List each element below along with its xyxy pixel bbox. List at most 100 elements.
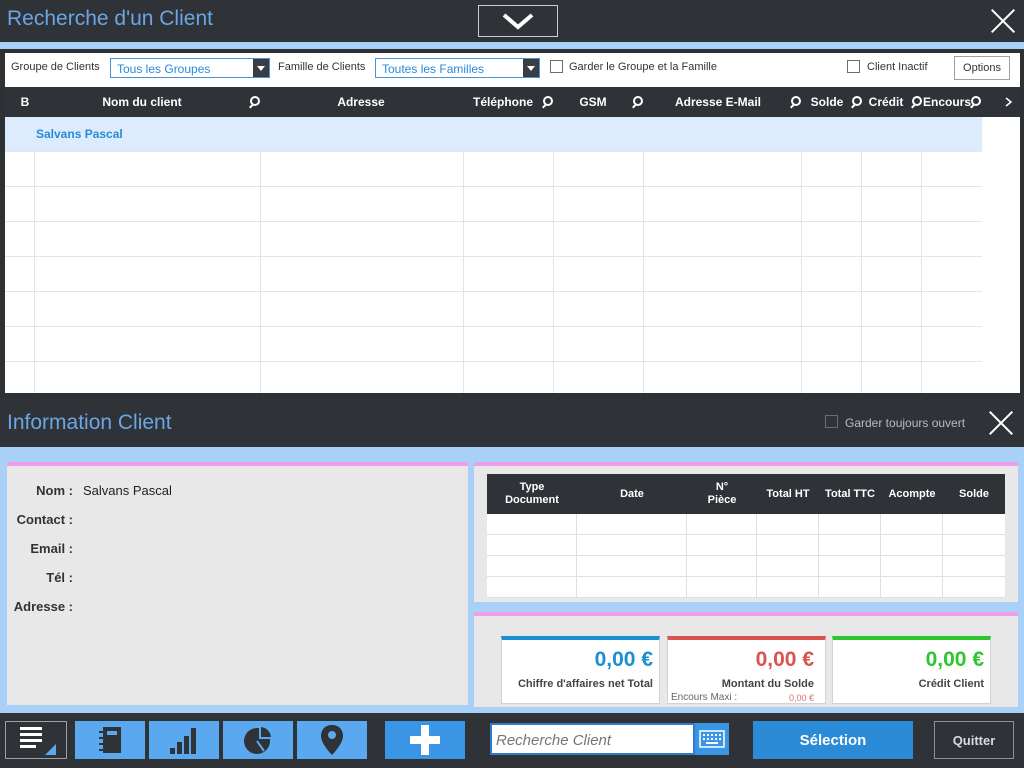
column-divider <box>818 514 819 598</box>
quit-button[interactable]: Quitter <box>934 721 1014 759</box>
table-row[interactable] <box>487 535 1005 556</box>
client-search-box[interactable] <box>490 723 695 755</box>
name-value: Salvans Pascal <box>83 483 172 498</box>
table-row[interactable] <box>5 327 982 362</box>
col-name[interactable]: Nom du client <box>35 87 249 117</box>
col-doc-balance: Solde <box>959 487 989 500</box>
keep-open-checkbox[interactable] <box>825 415 838 428</box>
keep-open-label: Garder toujours ouvert <box>845 416 966 430</box>
column-divider <box>463 152 464 393</box>
name-label: Nom : <box>36 483 73 498</box>
close-icon[interactable] <box>988 410 1014 436</box>
revenue-card: 0,00 € Chiffre d'affaires net Total <box>501 636 660 704</box>
keep-group-label: Garder le Groupe et la Famille <box>569 61 717 73</box>
col-address[interactable]: Adresse <box>261 87 461 117</box>
table-row[interactable] <box>5 362 982 397</box>
search-icon[interactable] <box>541 96 553 108</box>
col-encours[interactable]: Encours <box>923 87 971 117</box>
inactive-checkbox[interactable] <box>847 60 860 73</box>
group-select[interactable]: Tous les Groupes <box>110 58 270 78</box>
location-pin-icon <box>321 725 343 755</box>
notebook-button[interactable] <box>75 721 145 759</box>
column-divider <box>34 152 35 393</box>
inactive-label: Client Inactif <box>867 61 928 73</box>
filter-bar: Groupe de Clients Tous les Groupes Famil… <box>5 53 1020 87</box>
search-icon[interactable] <box>910 96 922 108</box>
table-row[interactable] <box>5 187 982 222</box>
table-row[interactable] <box>487 514 1005 535</box>
search-icon[interactable] <box>850 96 862 108</box>
statistics-button[interactable] <box>149 721 219 759</box>
info-title: Information Client <box>7 411 172 434</box>
pie-chart-icon <box>244 724 274 754</box>
max-outstanding-label: Encours Maxi : <box>671 692 738 703</box>
documents-body <box>487 514 1005 598</box>
column-divider <box>686 514 687 598</box>
add-client-button[interactable] <box>385 721 465 759</box>
divider <box>0 42 1024 49</box>
address-label: Adresse : <box>13 599 73 614</box>
phone-label: Tél : <box>46 570 73 585</box>
col-gsm[interactable]: GSM <box>565 87 621 117</box>
col-total-ttc: Total TTC <box>825 487 875 500</box>
dropdown-arrow-icon[interactable] <box>523 59 539 77</box>
col-balance[interactable]: Solde <box>805 87 849 117</box>
col-b[interactable]: B <box>15 87 35 117</box>
add-icon <box>410 725 440 755</box>
table-row[interactable] <box>5 292 982 327</box>
collapse-button[interactable] <box>478 5 558 37</box>
table-row[interactable] <box>487 577 1005 598</box>
col-piece: N° Pièce <box>707 481 737 506</box>
keyboard-button[interactable] <box>695 723 729 755</box>
max-outstanding-value: 0,00 € <box>788 693 814 703</box>
table-header: B Nom du client Adresse Téléphone GSM Ad… <box>5 87 1020 117</box>
family-select[interactable]: Toutes les Familles <box>375 58 540 78</box>
client-details-card: Nom : Salvans Pascal Contact : Email : T… <box>7 462 468 705</box>
close-icon[interactable] <box>990 8 1016 34</box>
col-date: Date <box>620 487 644 500</box>
pie-chart-button[interactable] <box>223 721 293 759</box>
keep-group-checkbox[interactable] <box>550 60 563 73</box>
col-phone[interactable]: Téléphone <box>467 87 539 117</box>
table-row[interactable] <box>5 257 982 292</box>
table-row[interactable] <box>5 152 982 187</box>
table-row[interactable] <box>5 222 982 257</box>
col-email[interactable]: Adresse E-Mail <box>665 87 771 117</box>
table-row[interactable] <box>487 556 1005 577</box>
column-divider <box>756 514 757 598</box>
credit-label: Crédit Client <box>918 678 984 690</box>
search-icon[interactable] <box>969 96 981 108</box>
contact-label: Contact : <box>16 512 73 527</box>
column-divider <box>260 152 261 393</box>
group-label: Groupe de Clients <box>11 61 100 73</box>
location-button[interactable] <box>297 721 367 759</box>
list-settings-button[interactable] <box>5 721 67 759</box>
totals-panel: 0,00 € Chiffre d'affaires net Total 0,00… <box>474 612 1018 707</box>
search-input[interactable] <box>496 729 691 751</box>
documents-card: Type Document Date N° Pièce Total HT Tot… <box>474 462 1018 602</box>
col-total-ht: Total HT <box>766 487 810 500</box>
column-divider <box>921 152 922 393</box>
family-value: Toutes les Familles <box>382 62 485 76</box>
chevron-down-icon <box>502 13 534 30</box>
col-doc-type: Type Document <box>505 481 559 506</box>
column-divider <box>801 152 802 393</box>
revenue-label: Chiffre d'affaires net Total <box>517 678 653 690</box>
search-icon[interactable] <box>789 96 801 108</box>
chevron-right-icon[interactable] <box>1005 97 1013 107</box>
options-button[interactable]: Options <box>954 56 1010 80</box>
column-divider <box>576 514 577 598</box>
search-icon[interactable] <box>631 96 643 108</box>
email-label: Email : <box>30 541 73 556</box>
notebook-icon <box>99 727 121 753</box>
dropdown-arrow-icon[interactable] <box>253 59 269 77</box>
search-icon[interactable] <box>248 96 260 108</box>
column-divider <box>880 514 881 598</box>
credit-card: 0,00 € Crédit Client <box>832 636 991 704</box>
table-row[interactable]: Salvans Pascal <box>5 117 982 152</box>
select-button[interactable]: Sélection <box>753 721 913 759</box>
col-credit[interactable]: Crédit <box>865 87 907 117</box>
client-name: Salvans Pascal <box>36 127 123 141</box>
bar-chart-icon <box>170 728 196 754</box>
bottom-toolbar: Sélection Quitter <box>0 713 1024 768</box>
